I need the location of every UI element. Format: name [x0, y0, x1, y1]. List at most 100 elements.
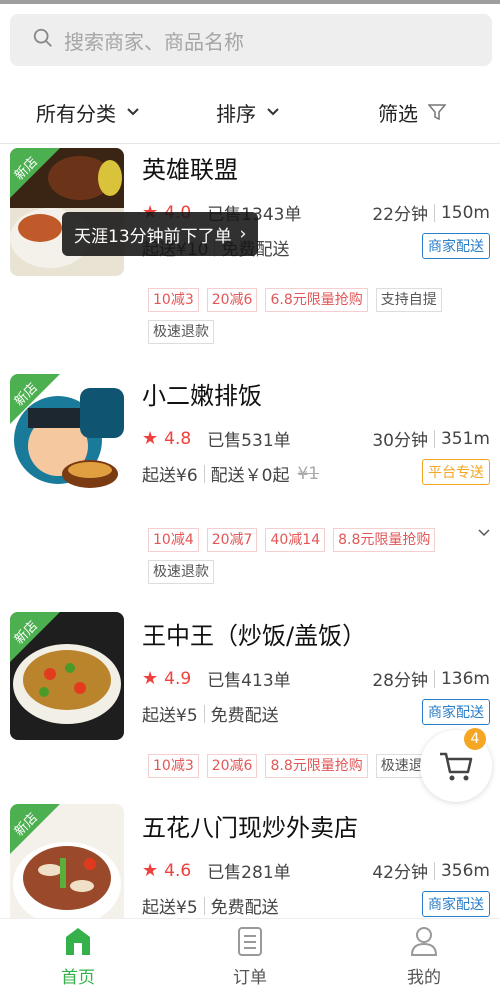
toast-text: 天涯13分钟前下了单 — [74, 226, 232, 247]
star-icon: ★ — [142, 860, 159, 881]
distance: 351m — [440, 428, 490, 449]
delivery-time: 30分钟 — [372, 431, 428, 451]
min-order: 起送¥5 — [142, 898, 198, 918]
filter-label: 筛选 — [378, 101, 418, 126]
star-icon: ★ — [142, 668, 159, 689]
bottom-tab-bar: 首页 订单 我的 — [0, 918, 500, 1000]
shop-stats: ★ 4.9 已售413单 — [142, 666, 291, 691]
shop-eta: 42分钟 356m — [372, 858, 490, 884]
tab-mine-label: 我的 — [407, 968, 441, 988]
promo-tag: 8.8元限量抢购 — [265, 754, 368, 778]
tab-mine[interactable]: 我的 — [384, 925, 464, 988]
separator — [203, 896, 205, 915]
min-order: 起送¥6 — [142, 466, 198, 486]
star-icon: ★ — [142, 428, 159, 449]
promo-tags: 10减4 20减7 40减14 8.8元限量抢购 极速退款 — [148, 528, 488, 584]
separator — [433, 669, 435, 688]
cart-count-badge: 4 — [464, 728, 486, 750]
separator — [203, 464, 205, 483]
shop-thumbnail: 新店 — [10, 804, 124, 918]
shop-rating: 4.9 — [164, 668, 192, 689]
toast-arrow-icon: › — [239, 224, 247, 244]
shop-sold: 已售413单 — [207, 671, 291, 691]
expand-tags-chevron-icon[interactable] — [478, 522, 490, 541]
search-icon — [32, 27, 54, 53]
shop-name: 五花八门现炒外卖店 — [142, 814, 358, 842]
order-notification-toast[interactable]: 天涯13分钟前下了单 › — [62, 212, 259, 256]
promo-tag: 10减3 — [148, 754, 199, 778]
shop-rating: 4.8 — [164, 428, 192, 449]
shop-name: 小二嫩排饭 — [142, 382, 262, 410]
promo-tag: 20减7 — [206, 528, 258, 552]
shop-sold: 已售281单 — [207, 863, 291, 883]
shop-eta: 28分钟 136m — [372, 666, 490, 692]
min-order: 起送¥5 — [142, 706, 198, 726]
shop-eta: 30分钟 351m — [372, 426, 490, 452]
shop-name: 王中王（炒饭/盖饭） — [142, 622, 367, 650]
service-tag: 极速退款 — [148, 560, 214, 584]
cart-icon — [440, 752, 473, 781]
delivery-type-badge: 商家配送 — [422, 891, 490, 917]
shop-stats: ★ 4.6 已售281单 — [142, 858, 291, 883]
funnel-icon — [428, 104, 446, 121]
promo-tag: 10减3 — [148, 288, 199, 312]
shop-card[interactable]: 新店 五花八门现炒外卖店 ★ 4.6 已售281单 42分钟 356m 起送¥5… — [0, 802, 500, 918]
user-icon — [410, 927, 438, 956]
chevron-down-icon — [127, 108, 139, 116]
service-tag: 支持自提 — [375, 288, 442, 312]
original-fee: ¥1 — [297, 463, 320, 484]
filter-button[interactable]: 筛选 — [378, 98, 446, 127]
promo-tag: 8.8元限量抢购 — [333, 528, 436, 552]
delivery-fee: 免费配送 — [210, 898, 279, 918]
tab-home-label: 首页 — [61, 968, 95, 988]
service-tag: 极速退款 — [148, 320, 214, 344]
category-dropdown[interactable]: 所有分类 — [36, 98, 140, 127]
tab-home[interactable]: 首页 — [38, 925, 118, 988]
promo-tags: 10减3 20减6 6.8元限量抢购 支持自提 极速退款 — [148, 288, 488, 344]
top-status-line — [0, 0, 500, 4]
delivery-type-badge: 商家配送 — [422, 233, 490, 259]
distance: 356m — [440, 860, 490, 881]
cart-button[interactable]: 4 — [420, 728, 492, 802]
distance: 136m — [440, 668, 490, 689]
shop-delivery: 起送¥6 配送￥0起 ¥1 — [142, 461, 320, 487]
search-placeholder: 搜索商家、商品名称 — [64, 29, 244, 54]
shop-delivery: 起送¥5 免费配送 — [142, 893, 279, 918]
tab-orders[interactable]: 订单 — [210, 925, 290, 988]
sort-label: 排序 — [216, 101, 256, 126]
delivery-fee: 配送￥0起 — [210, 466, 290, 486]
shop-thumbnail: 新店 — [10, 374, 124, 502]
separator — [433, 203, 435, 222]
promo-tag: 10减4 — [148, 528, 199, 552]
separator — [433, 861, 435, 880]
promo-tag: 40减14 — [265, 528, 326, 552]
delivery-fee: 免费配送 — [210, 706, 279, 726]
category-label: 所有分类 — [36, 101, 116, 126]
separator — [433, 429, 435, 448]
delivery-type-badge: 商家配送 — [422, 699, 490, 725]
shop-eta: 22分钟 150m — [372, 200, 490, 226]
shop-list[interactable]: 新店 英雄联盟 ★ 4.0 已售1343单 22分钟 150m 起送¥10 免费… — [0, 144, 500, 918]
orders-icon — [238, 927, 262, 956]
shop-name: 英雄联盟 — [142, 156, 238, 184]
shop-sold: 已售531单 — [207, 431, 291, 451]
promo-tag: 6.8元限量抢购 — [265, 288, 368, 312]
search-bar[interactable]: 搜索商家、商品名称 — [10, 14, 492, 66]
home-icon — [66, 928, 90, 955]
promo-tag: 20减6 — [206, 754, 258, 778]
distance: 150m — [440, 202, 490, 223]
tab-orders-label: 订单 — [233, 968, 267, 988]
delivery-time: 28分钟 — [372, 671, 428, 691]
shop-delivery: 起送¥5 免费配送 — [142, 701, 279, 726]
filter-bar: 所有分类 排序 筛选 — [0, 82, 500, 142]
delivery-time: 22分钟 — [372, 205, 428, 225]
sort-dropdown[interactable]: 排序 — [216, 98, 280, 127]
shop-card[interactable]: 新店 小二嫩排饭 ★ 4.8 已售531单 30分钟 351m 起送¥6 配送￥… — [0, 370, 500, 600]
separator — [203, 704, 205, 723]
delivery-time: 42分钟 — [372, 863, 428, 883]
shop-rating: 4.6 — [164, 860, 192, 881]
promo-tag: 20减6 — [206, 288, 258, 312]
delivery-type-badge: 平台专送 — [422, 459, 490, 485]
shop-stats: ★ 4.8 已售531单 — [142, 426, 291, 451]
shop-thumbnail: 新店 — [10, 612, 124, 740]
